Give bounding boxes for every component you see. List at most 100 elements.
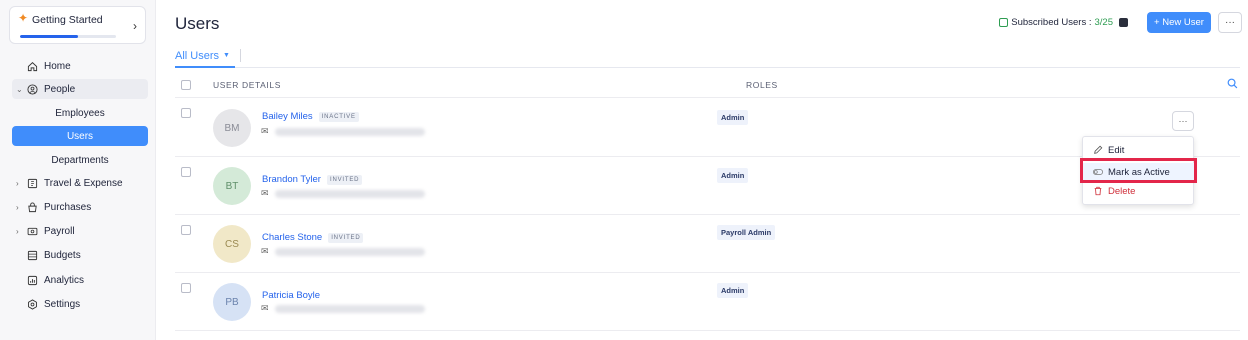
avatar: BM [213,109,251,147]
user-name-link[interactable]: Patricia Boyle [262,290,320,301]
role-badge: Payroll Admin [717,225,776,240]
sidebar-item-budgets[interactable]: Budgets [12,245,148,265]
menu-item-edit[interactable]: Edit [1083,141,1195,159]
email-redacted [275,128,425,136]
sidebar-item-label: Analytics [44,274,85,286]
search-icon[interactable] [1227,78,1238,92]
more-options-button[interactable]: ··· [1218,12,1242,33]
row-actions-button[interactable]: ··· [1172,111,1194,131]
user-name-link[interactable]: Charles Stone [262,232,322,243]
sidebar-item-departments[interactable]: Departments [12,150,148,170]
mail-icon: ✉ [261,188,269,198]
subscribed-count: 3/25 [1094,17,1114,28]
getting-started-progress [20,35,116,38]
sidebar-item-label: Settings [44,298,81,310]
chevron-right-icon[interactable]: › [133,19,137,33]
settings-icon [26,298,38,310]
travel-icon [26,177,38,189]
pencil-icon [1093,145,1103,155]
avatar: CS [213,225,251,263]
progress-fill [20,35,78,38]
menu-item-label: Edit [1108,144,1125,156]
view-selector[interactable]: All Users ▼ [175,49,241,62]
mail-icon: ✉ [261,246,269,256]
people-icon [26,83,38,95]
sidebar-item-label: Purchases [44,201,92,213]
home-icon [26,60,38,72]
sidebar-item-users[interactable]: Users [12,126,148,146]
sidebar-item-label: Travel & Expense [44,177,123,189]
sidebar-item-label: Home [44,60,71,72]
getting-started-card[interactable]: ✦ Getting Started › [9,6,146,44]
divider [239,49,241,62]
email-redacted [275,190,425,198]
mail-icon: ✉ [261,126,269,136]
subscribed-users-info: Subscribed Users : 3/25 [999,17,1128,28]
payroll-icon [26,225,38,237]
purchases-icon [26,201,38,213]
select-all-checkbox[interactable] [181,80,191,90]
user-name-cell: Bailey Miles INACTIVE [262,111,359,122]
menu-item-delete[interactable]: Delete [1083,182,1195,200]
view-label: All Users [175,49,220,62]
info-icon[interactable] [1119,18,1128,27]
view-divider [175,67,1240,68]
highlight-box [1080,158,1197,183]
sidebar-item-label: Budgets [44,249,81,261]
role-badge: Admin [717,110,749,125]
budgets-icon [26,249,38,261]
user-name-cell: Charles Stone INVITED [262,232,364,243]
getting-started-title: Getting Started [32,14,103,26]
row-checkbox[interactable] [181,167,191,177]
table-row[interactable]: BM Bailey Miles INACTIVE ✉ Admin ··· [175,99,1240,157]
sidebar-item-settings[interactable]: Settings [12,294,148,314]
chevron-down-icon: ⌄ [16,84,23,94]
subscribed-check-icon [999,18,1009,27]
avatar: PB [213,283,251,321]
new-user-button[interactable]: + New User [1147,12,1211,33]
sidebar-item-analytics[interactable]: Analytics [12,270,148,290]
sidebar-item-label: Departments [51,154,109,166]
column-header-user-details: USER DETAILS [213,80,281,90]
sidebar-item-home[interactable]: Home [12,56,148,76]
sidebar-item-people[interactable]: ⌄ People [12,79,148,99]
status-badge: INACTIVE [318,111,359,122]
row-checkbox[interactable] [181,108,191,118]
chevron-right-icon: › [16,202,19,212]
row-checkbox[interactable] [181,283,191,293]
caret-down-icon: ▼ [223,52,230,59]
mail-icon: ✉ [261,303,269,313]
page-title: Users [175,14,220,33]
menu-item-label: Delete [1108,185,1136,197]
analytics-icon [26,274,38,286]
user-name-cell: Patricia Boyle [262,290,320,301]
sidebar: ✦ Getting Started › Home ⌄ People Employ… [0,0,156,340]
user-name-link[interactable]: Brandon Tyler [262,174,321,185]
table-row[interactable]: CS Charles Stone INVITED ✉ Payroll Admin [175,215,1240,273]
table-header: USER DETAILS ROLES [175,74,1240,98]
sidebar-item-label: Users [66,130,94,142]
sidebar-item-travel-expense[interactable]: › Travel & Expense [12,173,148,193]
user-name-link[interactable]: Bailey Miles [262,111,313,122]
subscribed-label: Subscribed Users : [1011,17,1092,28]
sidebar-item-purchases[interactable]: › Purchases [12,197,148,217]
sidebar-item-label: People [44,83,76,95]
table-row[interactable]: PB Patricia Boyle ✉ Admin [175,273,1240,331]
sidebar-item-employees[interactable]: Employees [12,103,148,123]
trash-icon [1093,186,1103,196]
email-redacted [275,248,425,256]
chevron-right-icon: › [16,178,19,188]
row-checkbox[interactable] [181,225,191,235]
role-badge: Admin [717,283,749,298]
sidebar-item-label: Employees [55,107,105,119]
chevron-right-icon: › [16,226,19,236]
sidebar-item-payroll[interactable]: › Payroll [12,221,148,241]
role-badge: Admin [717,168,749,183]
column-header-roles: ROLES [746,80,778,90]
sidebar-item-label: Payroll [44,225,75,237]
avatar: BT [213,167,251,205]
sparkle-icon: ✦ [18,11,29,25]
email-redacted [275,305,425,313]
status-badge: INVITED [328,232,364,243]
active-view-underline [175,66,235,68]
